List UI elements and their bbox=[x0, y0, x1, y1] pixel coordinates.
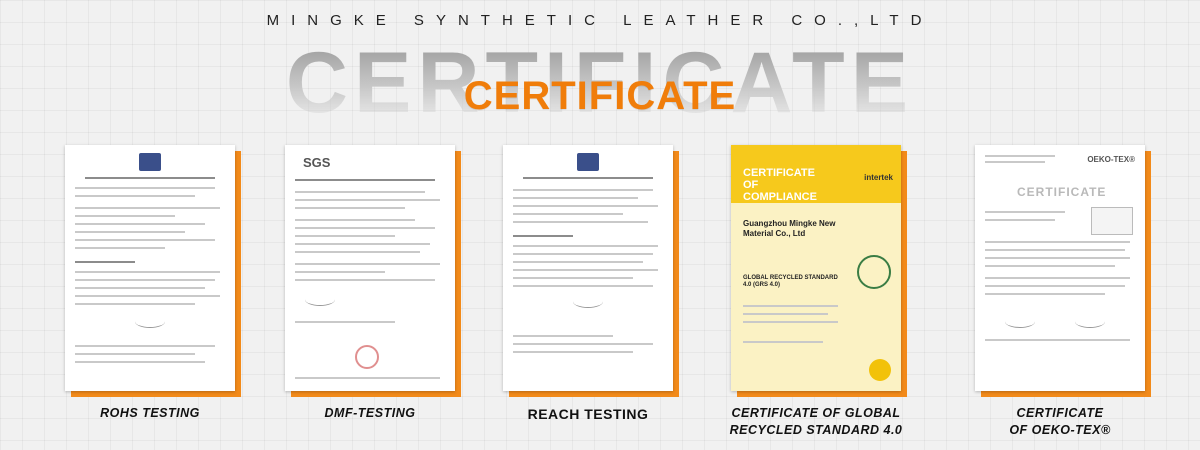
stamp-icon bbox=[355, 345, 379, 369]
certificate-document-image[interactable] bbox=[65, 145, 235, 391]
intertek-logo: intertek bbox=[864, 173, 893, 182]
recycled-standard-logo-icon bbox=[857, 255, 891, 289]
certificate-frame: CERTIFICATE OF COMPLIANCE intertek Guang… bbox=[731, 145, 907, 397]
certificate-frame bbox=[503, 145, 679, 397]
certificate-document-image[interactable]: OEKO-TEX® CERTIFICATE bbox=[975, 145, 1145, 391]
sgs-logo: SGS bbox=[303, 155, 331, 170]
certificate-document-image[interactable]: SGS bbox=[285, 145, 455, 391]
certificate-document-image[interactable] bbox=[503, 145, 673, 391]
certificate-frame bbox=[65, 145, 241, 397]
certificate-label: CERTIFICATE OF OEKO-TEX® bbox=[966, 405, 1154, 439]
signature-icon bbox=[1005, 315, 1035, 328]
oeko-tex-label-icon bbox=[1091, 207, 1133, 235]
oeko-tex-logo: OEKO-TEX® bbox=[1087, 155, 1135, 164]
company-name: MINGKE SYNTHETIC LEATHER CO.,LTD bbox=[266, 12, 934, 29]
certificate-label-line2: RECYCLED STANDARD 4.0 bbox=[729, 422, 903, 437]
certificate-doc-standard: GLOBAL RECYCLED STANDARD 4.0 (GRS 4.0) bbox=[743, 275, 838, 289]
certificate-card-reach[interactable]: REACH TESTING bbox=[494, 145, 682, 424]
certificate-label: DMF-TESTING bbox=[324, 406, 416, 420]
bureau-veritas-logo-icon bbox=[139, 153, 161, 171]
certificate-card-oeko-tex[interactable]: OEKO-TEX® CERTIFICATE CERTIFICATE OF OEK… bbox=[966, 145, 1154, 439]
certificate-label-line2: OF OEKO-TEX® bbox=[1009, 422, 1111, 437]
certificate-label: REACH TESTING bbox=[527, 406, 649, 422]
certificate-doc-title: CERTIFICATE OF COMPLIANCE bbox=[743, 167, 817, 204]
bureau-veritas-logo-icon bbox=[577, 153, 599, 171]
certificate-card-dmf[interactable]: SGS DMF-TESTING bbox=[276, 145, 464, 422]
signature-icon bbox=[1075, 315, 1105, 328]
certificate-label: CERTIFICATE OF GLOBAL RECYCLED STANDARD … bbox=[722, 405, 910, 439]
certificate-doc-title: CERTIFICATE bbox=[1017, 185, 1107, 199]
signature-icon bbox=[573, 295, 603, 308]
certificate-label-line1: CERTIFICATE bbox=[1016, 406, 1104, 420]
certificate-frame: SGS bbox=[285, 145, 461, 397]
certificate-label: ROHS TESTING bbox=[100, 406, 200, 420]
signature-icon bbox=[135, 315, 165, 328]
certificate-card-rohs[interactable]: ROHS TESTING bbox=[56, 145, 244, 422]
certificate-card-grs[interactable]: CERTIFICATE OF COMPLIANCE intertek Guang… bbox=[722, 145, 910, 439]
certificate-label-line1: CERTIFICATE OF GLOBAL bbox=[731, 406, 901, 420]
certificate-frame: OEKO-TEX® CERTIFICATE bbox=[975, 145, 1151, 397]
page-title: CERTIFICATE bbox=[463, 74, 737, 118]
certificate-doc-company: Guangzhou Mingke New Material Co., Ltd bbox=[743, 219, 836, 238]
signature-icon bbox=[305, 293, 335, 306]
certificate-document-image[interactable]: CERTIFICATE OF COMPLIANCE intertek Guang… bbox=[731, 145, 901, 391]
seal-icon bbox=[869, 359, 891, 381]
